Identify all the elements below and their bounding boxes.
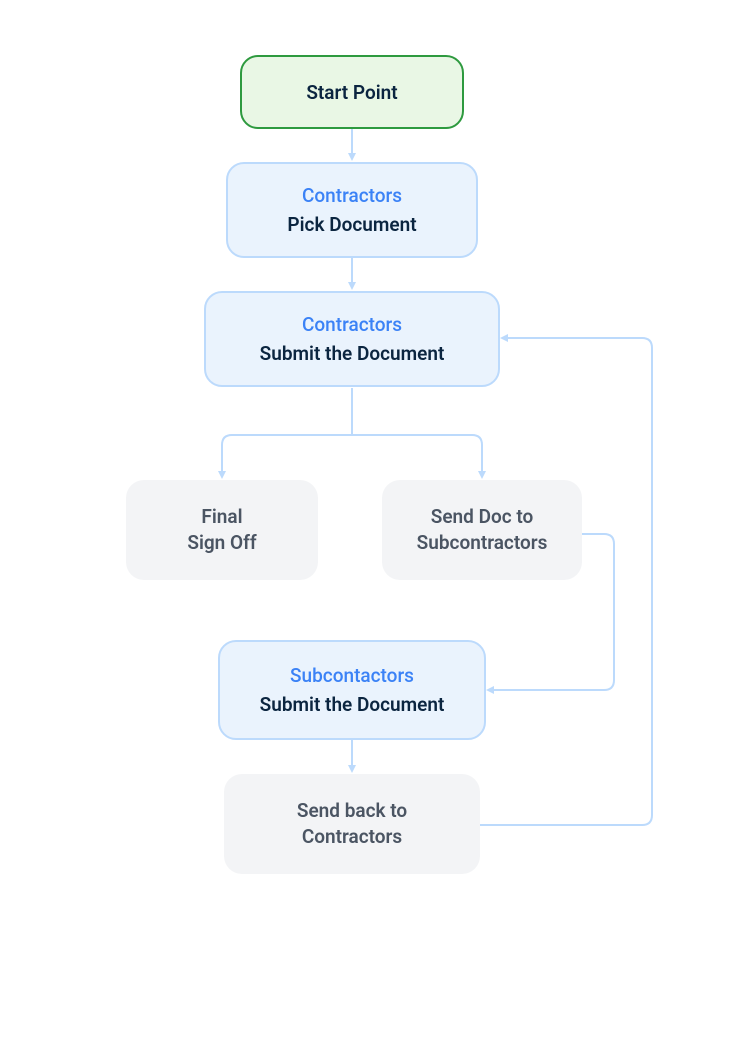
node-final-signoff: Final Sign Off bbox=[126, 480, 318, 580]
role-pick: Contractors bbox=[302, 184, 402, 207]
node-send-back: Send back to Contractors bbox=[224, 774, 480, 874]
edge-branch-left bbox=[222, 435, 352, 476]
flowchart-canvas: Start Point Contractors Pick Document Co… bbox=[0, 0, 744, 1056]
role-submit-subs: Subcontactors bbox=[290, 664, 414, 687]
role-submit-contractors: Contractors bbox=[302, 313, 402, 336]
action-pick: Pick Document bbox=[287, 213, 416, 236]
node-pick-document: Contractors Pick Document bbox=[226, 162, 478, 258]
edge-branch-right bbox=[352, 435, 482, 476]
action-submit-subs: Submit the Document bbox=[260, 693, 445, 716]
action-submit-contractors: Submit the Document bbox=[260, 342, 445, 365]
label-start: Start Point bbox=[306, 81, 397, 104]
label-final-signoff: Final Sign Off bbox=[187, 504, 256, 555]
node-start: Start Point bbox=[240, 55, 464, 129]
edge-sendback-loop bbox=[479, 338, 652, 825]
connectors-layer bbox=[0, 0, 744, 1056]
label-send-back: Send back to Contractors bbox=[297, 798, 407, 849]
label-send-subs: Send Doc to Subcontractors bbox=[417, 504, 548, 555]
node-submit-subs: Subcontactors Submit the Document bbox=[218, 640, 486, 740]
node-submit-contractors: Contractors Submit the Document bbox=[204, 291, 500, 387]
node-send-subs: Send Doc to Subcontractors bbox=[382, 480, 582, 580]
